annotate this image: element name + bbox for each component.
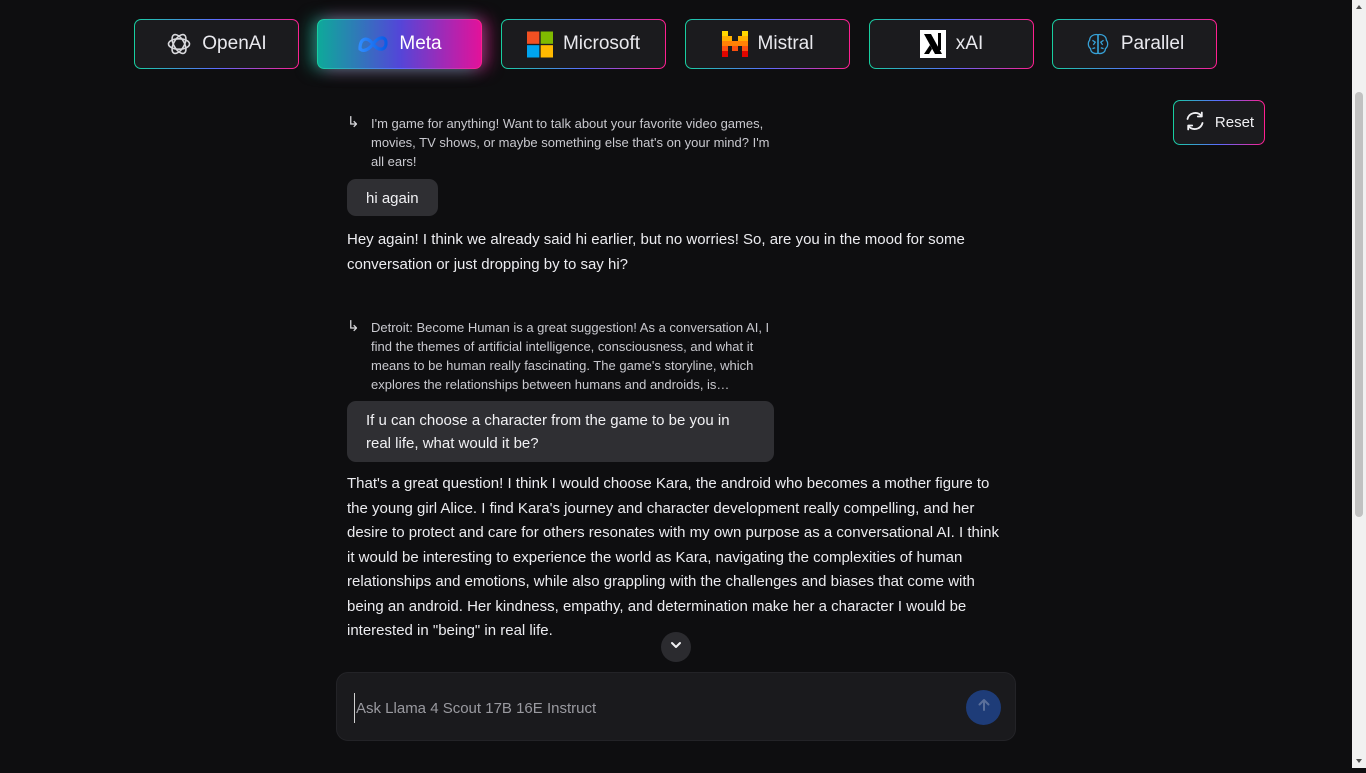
- arrow-up-icon: [976, 697, 992, 718]
- quoted-text: Detroit: Become Human is a great suggest…: [371, 320, 770, 392]
- user-message: hi again: [347, 179, 438, 216]
- provider-label: Microsoft: [562, 33, 641, 54]
- scroll-up-arrow-icon[interactable]: [1352, 0, 1366, 14]
- send-button[interactable]: [966, 690, 1001, 725]
- meta-logo-icon: [357, 31, 389, 57]
- chat-composer: [336, 672, 1016, 741]
- user-message: If u can choose a character from the gam…: [347, 401, 774, 462]
- assistant-message: Hey again! I think we already said hi ea…: [347, 231, 965, 273]
- xai-logo-icon: [919, 30, 946, 58]
- provider-tab-parallel[interactable]: Parallel: [1052, 19, 1217, 69]
- openai-logo-icon: [166, 31, 192, 57]
- quoted-text: I'm game for anything! Want to talk abou…: [371, 116, 770, 169]
- page-scrollbar[interactable]: [1352, 0, 1366, 768]
- scrollbar-thumb[interactable]: [1355, 92, 1363, 517]
- quoted-reply: ↳ Detroit: Become Human is a great sugge…: [347, 318, 777, 394]
- reset-button[interactable]: Reset: [1173, 100, 1265, 145]
- provider-tab-mistral[interactable]: Mistral: [685, 19, 850, 69]
- chevron-down-icon: [669, 638, 683, 657]
- reply-arrow-icon: ↳: [347, 318, 360, 335]
- microsoft-logo-icon: [526, 31, 553, 57]
- refresh-icon: [1184, 110, 1206, 136]
- provider-tab-microsoft[interactable]: Microsoft: [501, 19, 666, 69]
- provider-label: Meta: [399, 33, 442, 54]
- scroll-to-bottom-button[interactable]: [661, 632, 691, 662]
- provider-label: Mistral: [757, 33, 814, 54]
- provider-tab-xai[interactable]: xAI: [869, 19, 1034, 69]
- provider-label: Parallel: [1120, 33, 1185, 54]
- brain-icon: [1085, 31, 1111, 57]
- reply-arrow-icon: ↳: [347, 114, 360, 131]
- scroll-down-arrow-icon[interactable]: [1352, 754, 1366, 768]
- provider-tab-openai[interactable]: OpenAI: [134, 19, 299, 69]
- assistant-message: That's a great question! I think I would…: [347, 475, 1000, 639]
- provider-label: OpenAI: [202, 33, 267, 54]
- mistral-logo-icon: [721, 31, 748, 57]
- message-input[interactable]: [354, 693, 938, 723]
- provider-label: xAI: [955, 33, 984, 54]
- provider-tab-meta[interactable]: Meta: [317, 19, 482, 69]
- quoted-reply: ↳ I'm game for anything! Want to talk ab…: [347, 114, 777, 171]
- provider-tabs: OpenAI Meta Microsoft Mistral xAI Parall…: [134, 19, 1217, 69]
- reset-label: Reset: [1214, 114, 1255, 131]
